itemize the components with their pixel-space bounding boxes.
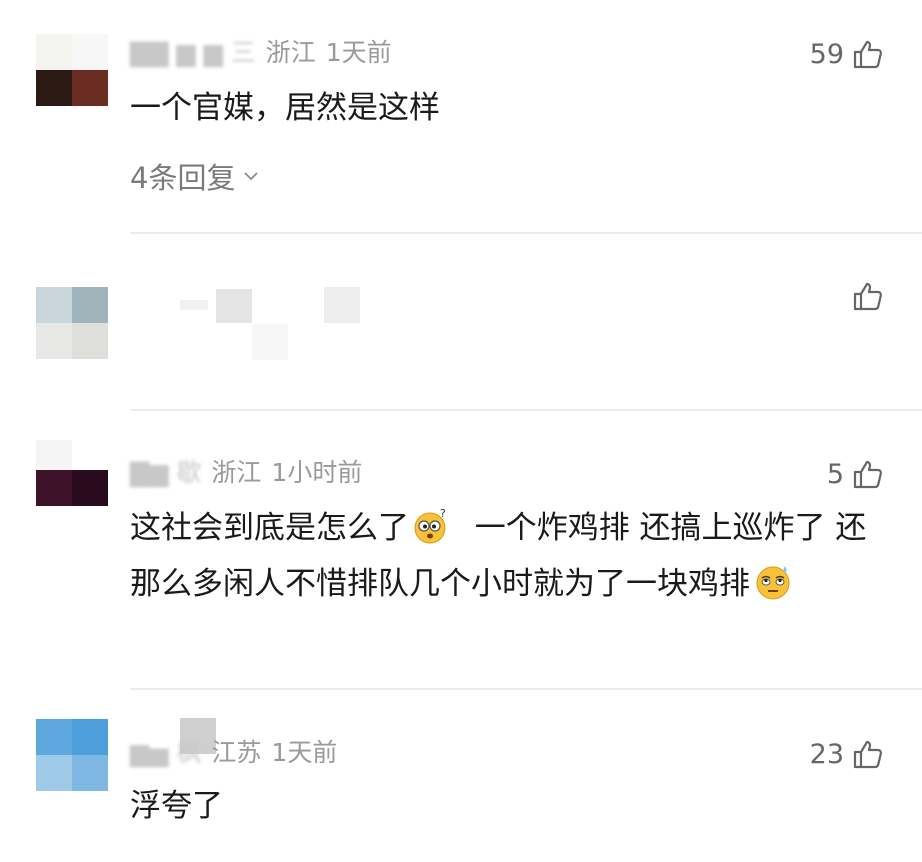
comment-meta: ▇▆ 歇浙江 1小时前 [130, 456, 362, 490]
comment-text: 浮夸了 [130, 788, 223, 824]
blur-patch [180, 300, 208, 310]
comment-text: 这社会到底是怎么了? 一个炸鸡排 还搞上巡炸了 还那么多闲人不惜排队几个小时就为… [130, 500, 890, 612]
avatar[interactable] [36, 287, 108, 359]
avatar[interactable] [36, 719, 108, 791]
comment-time: 1天前 [271, 738, 338, 767]
avatar[interactable] [36, 34, 108, 106]
like-count: 59 [809, 38, 844, 70]
chevron-down-icon [244, 172, 259, 181]
divider [130, 409, 922, 411]
view-replies-button[interactable]: 4条回复 [130, 155, 261, 197]
username-blurred[interactable]: ▇▆ 歇 [130, 456, 201, 490]
username-blurred[interactable]: ▆▅ 枫 [130, 736, 201, 770]
blur-patch [252, 324, 288, 360]
avatar[interactable] [36, 440, 108, 512]
divider [130, 688, 922, 690]
blur-patch [324, 287, 360, 323]
confused-face-emoji: ? [414, 507, 446, 544]
like-button[interactable]: 23 [810, 734, 884, 774]
like-count: 23 [809, 738, 844, 770]
like-button[interactable] [844, 276, 884, 316]
eye-roll-sweat-emoji [756, 566, 790, 600]
username-blurred[interactable]: ▇▇ ▆ ▆ 三 [130, 36, 256, 70]
like-button[interactable]: 59 [810, 34, 884, 74]
comment-location: 江苏 [211, 738, 262, 767]
comment-text-part-1: 这社会到底是怎么了 [130, 510, 409, 546]
comment-location: 浙江 [265, 38, 316, 67]
replies-label: 4条回复 [130, 161, 236, 195]
svg-text:?: ? [440, 507, 446, 520]
comment-meta: ▇▇ ▆ ▆ 三浙江 1天前 [130, 36, 392, 70]
thumbs-up-icon [853, 740, 882, 769]
like-count: 5 [826, 458, 844, 490]
comment-time: 1小时前 [271, 458, 363, 487]
thumbs-up-icon [853, 282, 882, 311]
comment-time: 1天前 [325, 38, 392, 67]
comment-text: 一个官媒，居然是这样 [130, 90, 440, 126]
thumbs-up-icon [853, 40, 882, 69]
comment-location: 浙江 [211, 458, 262, 487]
divider [130, 232, 922, 234]
comment-meta: ▆▅ 枫江苏 1天前 [130, 736, 337, 770]
username-blurred[interactable] [216, 289, 252, 323]
thumbs-up-icon [853, 460, 882, 489]
like-button[interactable]: 5 [827, 454, 884, 494]
